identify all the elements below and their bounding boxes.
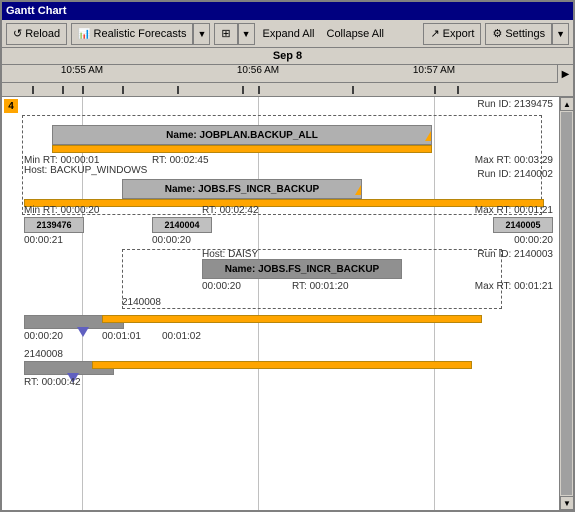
run-id-1: Run ID: 2139475: [477, 99, 553, 110]
collapse-all-label: Collapse All: [327, 28, 384, 40]
job3-max-rt: Max RT: 00:01:21: [475, 281, 553, 292]
scroll-up-button[interactable]: ▲: [560, 97, 573, 111]
expand-all-button[interactable]: Expand All: [259, 26, 319, 42]
job1-max-rt: Max RT: 00:03:29: [475, 155, 553, 166]
title-bar: Gantt Chart: [2, 2, 573, 20]
settings-dropdown-arrow[interactable]: ▼: [552, 23, 569, 45]
export-label: Export: [443, 28, 475, 40]
toolbar: Reload Realistic Forecasts ▼ ▼ Expand Al…: [2, 20, 573, 48]
job4-t2: 00:01:01: [102, 331, 141, 342]
job3-id1: 2140008: [122, 297, 161, 308]
forecast-button[interactable]: Realistic Forecasts: [71, 23, 193, 45]
job1-orange-bar: [52, 145, 432, 153]
forecast-icon: [78, 28, 90, 40]
tick-9: [434, 86, 436, 94]
tick-5: [177, 86, 179, 94]
reload-label: Reload: [25, 28, 60, 40]
job2-id3-block[interactable]: 2140005: [493, 217, 553, 233]
settings-button[interactable]: Settings: [485, 23, 552, 45]
job1-triangle: [425, 131, 432, 141]
job4-t1: 00:00:20: [24, 331, 63, 342]
scrollbar-thumb[interactable]: [561, 112, 572, 495]
settings-icon: [492, 27, 502, 40]
reload-button[interactable]: Reload: [6, 23, 67, 45]
job3-t1: 00:00:20: [202, 281, 241, 292]
job1-rt: RT: 00:02:45: [152, 155, 209, 166]
gantt-area: Sep 8 10:55 AM 10:56 AM 10:57 AM ▶: [2, 48, 573, 510]
date-label: Sep 8: [273, 50, 302, 62]
job1-block[interactable]: Name: JOBPLAN.BACKUP_ALL: [52, 125, 432, 145]
expand-dropdown[interactable]: ▼: [214, 23, 254, 45]
row-number: 4: [4, 99, 18, 113]
expand-icon: [221, 27, 230, 40]
tick-row: [2, 83, 573, 97]
job3-block[interactable]: Name: JOBS.FS_INCR_BACKUP: [202, 259, 402, 279]
expand-dropdown-arrow[interactable]: ▼: [238, 23, 255, 45]
export-icon: [430, 27, 439, 40]
tick-1: [32, 86, 34, 94]
job5-rt: RT: 00:00:42: [24, 377, 81, 388]
job2-id2-block[interactable]: 2140004: [152, 217, 212, 233]
job2-min-rt: Min RT: 00:00:20: [24, 205, 99, 216]
job2-triangle: [355, 185, 362, 195]
window-title: Gantt Chart: [6, 5, 67, 17]
time-label-2: 10:56 AM: [237, 65, 279, 76]
job1-host: Host: BACKUP_WINDOWS: [24, 165, 147, 176]
expand-all-label: Expand All: [263, 28, 315, 40]
forecast-dropdown[interactable]: Realistic Forecasts ▼: [71, 23, 210, 45]
tick-2: [62, 86, 64, 94]
forecast-dropdown-arrow[interactable]: ▼: [193, 23, 210, 45]
job5-id: 2140008: [24, 349, 63, 360]
job4-triangle-down-1: [77, 327, 89, 337]
job2-rt: RT: 00:02:42: [202, 205, 259, 216]
job2-orange-bar: [24, 199, 544, 207]
job2-block[interactable]: Name: JOBS.FS_INCR_BACKUP: [122, 179, 362, 199]
time-label-1: 10:55 AM: [61, 65, 103, 76]
date-header: Sep 8: [2, 48, 573, 65]
gantt-content: 4 Run ID: 2139475 Name: JOBPLAN.BACKUP_A…: [2, 97, 573, 510]
export-button[interactable]: Export: [423, 23, 481, 45]
tick-8: [352, 86, 354, 94]
job2-max-rt: Max RT: 00:01:21: [475, 205, 553, 216]
tick-7: [258, 86, 260, 94]
collapse-all-button[interactable]: Collapse All: [323, 26, 388, 42]
run-id-2: Run ID: 2140002: [477, 169, 553, 180]
job3-rt: RT: 00:01:20: [292, 281, 349, 292]
expand-button[interactable]: [214, 23, 237, 45]
run-id-3: Run ID: 2140003: [477, 249, 553, 260]
job2-t3: 00:00:20: [514, 235, 553, 246]
job4-orange-bar: [102, 315, 482, 323]
job2-id1-block[interactable]: 2139476: [24, 217, 84, 233]
job3-dashed-box: [122, 249, 502, 309]
forecast-label: Realistic Forecasts: [94, 28, 187, 40]
scroll-right-button[interactable]: ▶: [557, 65, 573, 83]
job5-orange-bar: [92, 361, 472, 369]
job2-t1: 00:00:21: [24, 235, 63, 246]
tick-4: [122, 86, 124, 94]
gantt-window: Gantt Chart Reload Realistic Forecasts ▼…: [0, 0, 575, 512]
job4-t3: 00:01:02: [162, 331, 201, 342]
tick-6: [242, 86, 244, 94]
job2-t2: 00:00:20: [152, 235, 191, 246]
tick-10: [457, 86, 459, 94]
settings-label: Settings: [505, 28, 545, 40]
time-header: 10:55 AM 10:56 AM 10:57 AM ▶: [2, 65, 573, 83]
reload-icon: [13, 27, 22, 40]
settings-dropdown[interactable]: Settings ▼: [485, 23, 569, 45]
scrollbar-vertical[interactable]: ▲ ▼: [559, 97, 573, 510]
tick-3: [82, 86, 84, 94]
scroll-down-button[interactable]: ▼: [560, 496, 573, 510]
time-label-3: 10:57 AM: [413, 65, 455, 76]
